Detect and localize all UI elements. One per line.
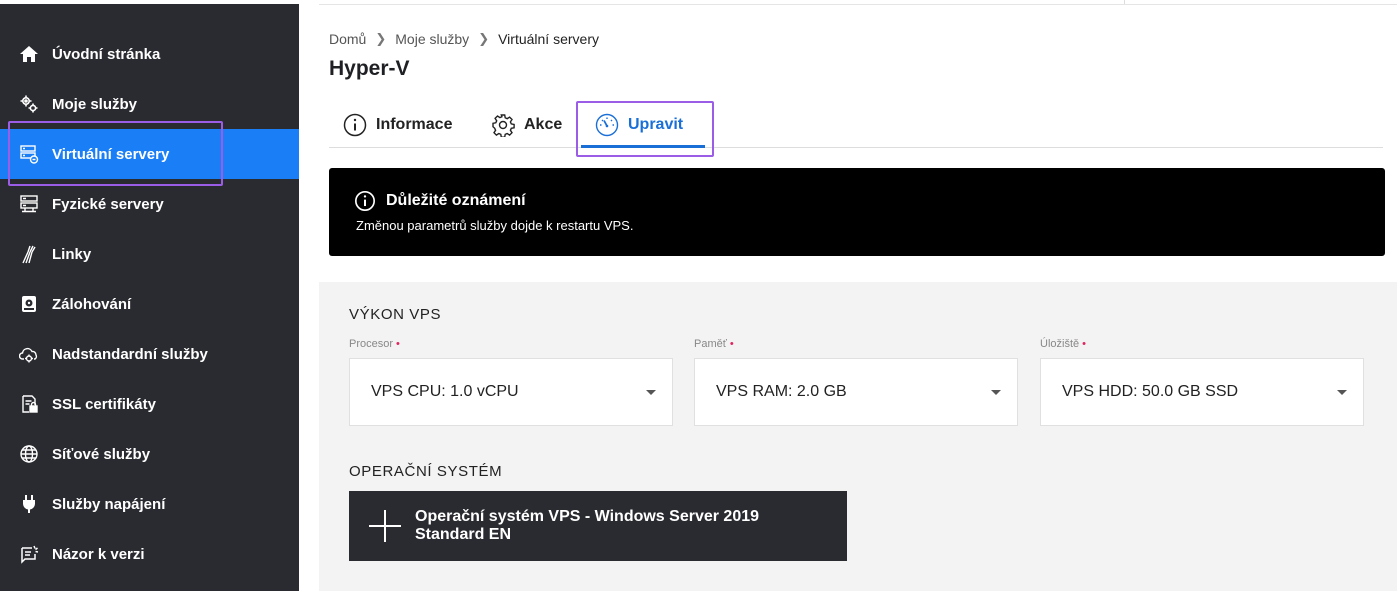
- notice-text: Změnou parametrů služby dojde k restartu…: [356, 218, 634, 233]
- tab-label: Informace: [376, 116, 453, 133]
- important-notice: Důležité oznámení Změnou parametrů služb…: [329, 168, 1385, 256]
- required-mark: •: [396, 338, 400, 350]
- ram-label: Paměť •: [694, 338, 734, 350]
- sidebar-item-label: Zálohování: [52, 295, 132, 313]
- sidebar-item-backup[interactable]: Zálohování: [0, 279, 299, 329]
- sidebar-item-power-services[interactable]: Služby napájení: [0, 479, 299, 529]
- sidebar-item-lines[interactable]: Linky: [0, 229, 299, 279]
- tab-label: Akce: [524, 116, 563, 133]
- ram-select-value: VPS RAM: 2.0 GB: [716, 383, 847, 400]
- power-plug-icon: [19, 494, 39, 514]
- main-content: Domů ❯ Moje služby ❯ Virtuální servery H…: [299, 0, 1397, 591]
- sidebar: Úvodní stránka Moje služby Virtuální ser…: [0, 4, 299, 591]
- sidebar-item-virtual-servers[interactable]: Virtuální servery: [0, 129, 299, 179]
- os-button-label: Operační systém VPS - Windows Server 201…: [415, 508, 760, 543]
- sidebar-item-label: Fyzické servery: [52, 195, 164, 213]
- caret-down-icon: [991, 390, 1001, 395]
- storage-select-value: VPS HDD: 50.0 GB SSD: [1062, 383, 1239, 400]
- cloud-gear-icon: [19, 344, 39, 364]
- os-select-button[interactable]: Operační systém VPS - Windows Server 201…: [349, 491, 847, 561]
- gears-icon: [19, 94, 39, 114]
- home-icon: [19, 44, 39, 64]
- sidebar-item-label: Moje služby: [52, 95, 138, 113]
- top-divider-mark: [1124, 0, 1125, 4]
- performance-section-title: VÝKON VPS: [349, 306, 442, 323]
- sidebar-item-label: Služby napájení: [52, 495, 166, 513]
- gauge-icon: [595, 113, 619, 137]
- info-icon: [355, 191, 375, 211]
- edit-panel: VÝKON VPS Procesor • VPS CPU: 1.0 vCPU Pa…: [319, 282, 1397, 591]
- ram-select[interactable]: VPS RAM: 2.0 GB: [694, 358, 1018, 426]
- storage-select[interactable]: VPS HDD: 50.0 GB SSD: [1040, 358, 1364, 426]
- sidebar-item-my-services[interactable]: Moje služby: [0, 79, 299, 129]
- cpu-select[interactable]: VPS CPU: 1.0 vCPU: [349, 358, 673, 426]
- cpu-label-text: Procesor: [349, 338, 394, 350]
- info-icon: [343, 113, 367, 137]
- sidebar-item-label: Síťové služby: [52, 445, 151, 463]
- server-icon: [19, 194, 39, 214]
- breadcrumb-my-services[interactable]: Moje služby: [395, 31, 469, 47]
- sidebar-item-label: Názor k verzi: [52, 545, 145, 563]
- sidebar-item-ssl-certificates[interactable]: SSL certifikáty: [0, 379, 299, 429]
- notice-title: Důležité oznámení: [386, 192, 526, 209]
- breadcrumb-current: Virtuální servery: [498, 31, 599, 47]
- breadcrumb: Domů ❯ Moje služby ❯ Virtuální servery: [329, 31, 599, 47]
- storage-label-text: Úložiště: [1040, 338, 1080, 350]
- sidebar-item-home[interactable]: Úvodní stránka: [0, 29, 299, 79]
- breadcrumb-home[interactable]: Domů: [329, 31, 366, 47]
- active-tab-indicator: [581, 145, 705, 148]
- sidebar-item-network-services[interactable]: Síťové služby: [0, 429, 299, 479]
- sidebar-item-premium-services[interactable]: Nadstandardní služby: [0, 329, 299, 379]
- sidebar-item-label: SSL certifikáty: [52, 395, 156, 413]
- os-section-title: OPERAČNÍ SYSTÉM: [349, 463, 503, 480]
- plus-icon: [369, 510, 401, 542]
- virtual-server-icon: [19, 144, 39, 164]
- sidebar-item-feedback[interactable]: Názor k verzi: [0, 529, 299, 579]
- caret-down-icon: [646, 390, 656, 395]
- ram-label-text: Paměť: [694, 338, 727, 350]
- notice-header: Důležité oznámení: [354, 190, 526, 212]
- caret-down-icon: [1337, 390, 1347, 395]
- chevron-right-icon: ❯: [478, 31, 490, 46]
- sidebar-item-label: Nadstandardní služby: [52, 345, 208, 363]
- sidebar-item-label: Úvodní stránka: [52, 45, 161, 63]
- tab-edit[interactable]: Upravit: [595, 102, 683, 148]
- tab-information[interactable]: Informace: [343, 102, 452, 148]
- fiber-icon: [19, 244, 39, 264]
- top-divider: [319, 4, 1397, 5]
- certificate-icon: [19, 394, 39, 414]
- sidebar-item-physical-servers[interactable]: Fyzické servery: [0, 179, 299, 229]
- tab-label: Upravit: [628, 116, 684, 133]
- sidebar-item-label: Linky: [52, 245, 92, 263]
- cpu-select-value: VPS CPU: 1.0 vCPU: [371, 383, 519, 400]
- required-mark: •: [1082, 338, 1086, 350]
- storage-label: Úložiště •: [1040, 338, 1086, 350]
- gear-icon: [492, 114, 515, 137]
- feedback-icon: [19, 544, 39, 564]
- tab-actions[interactable]: Akce: [491, 102, 562, 148]
- cpu-label: Procesor •: [349, 338, 400, 350]
- required-mark: •: [729, 338, 734, 350]
- globe-icon: [19, 444, 39, 464]
- backup-drive-icon: [19, 294, 39, 314]
- page-title: Hyper-V: [329, 57, 410, 80]
- chevron-right-icon: ❯: [375, 31, 387, 46]
- sidebar-item-label: Virtuální servery: [52, 145, 170, 163]
- tab-bar: Informace Akce Upravit: [329, 102, 1383, 148]
